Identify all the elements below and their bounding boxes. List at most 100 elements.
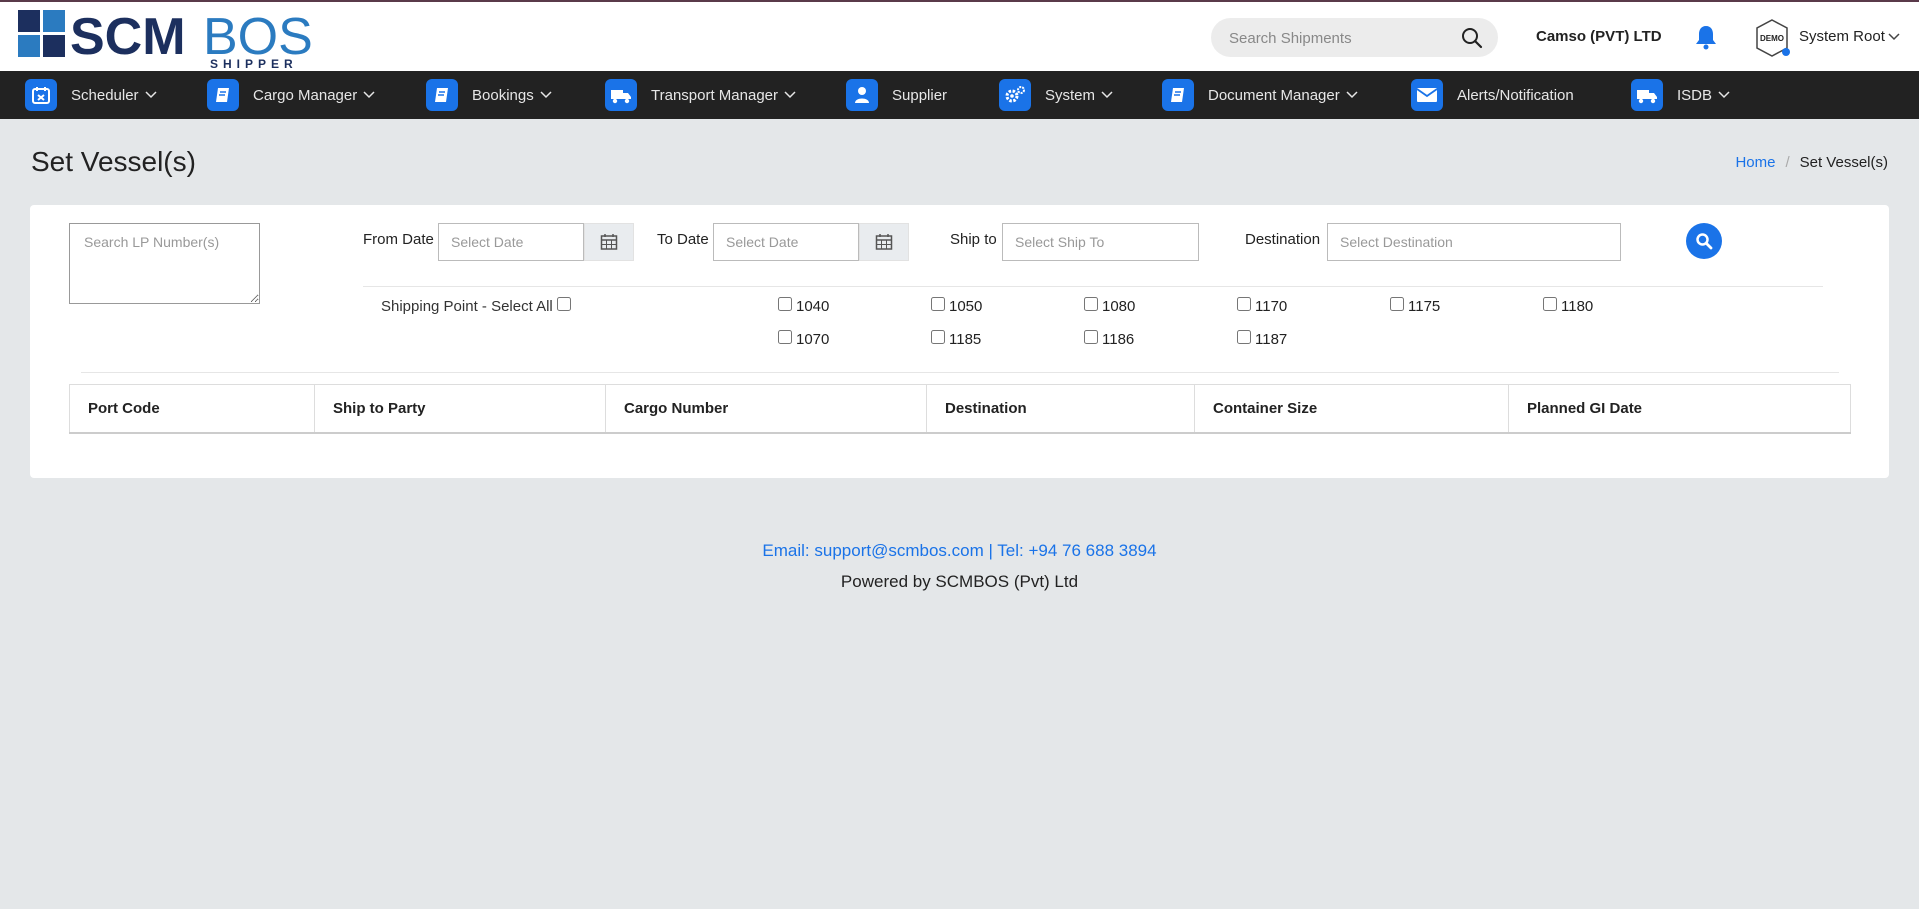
nav-isdb[interactable]: ISDB [1631,79,1730,111]
book-icon [207,79,239,111]
filter-card: From Date To Date Ship to Destination Sh… [30,205,1889,478]
checkbox[interactable] [1390,296,1404,311]
table-bottom-border [69,432,1851,434]
shipping-point-1186[interactable]: 1186 [1084,329,1134,348]
shipping-point-code: 1175 [1408,298,1441,315]
calendar-icon [600,234,618,250]
to-date-label: To Date [657,231,709,248]
shipping-point-1187[interactable]: 1187 [1237,329,1288,348]
breadcrumb-separator: / [1785,154,1790,171]
checkbox[interactable] [1237,296,1251,311]
nav-document-manager[interactable]: Document Manager [1162,79,1358,111]
nav-supplier[interactable]: Supplier [846,79,947,111]
nav-label: Bookings [472,86,534,104]
checkbox[interactable] [778,296,792,311]
shipping-point-1040[interactable]: 1040 [778,296,830,315]
search-icon [1696,233,1713,250]
column-header-cargo-number[interactable]: Cargo Number [606,385,927,432]
shipping-point-1180[interactable]: 1180 [1543,296,1594,315]
chevron-down-icon[interactable] [1888,33,1900,41]
checkbox[interactable] [1084,296,1098,311]
shipping-point-1185[interactable]: 1185 [931,329,982,348]
bell-icon[interactable] [1694,24,1718,50]
search-button[interactable] [1686,223,1722,259]
nav-label: ISDB [1677,86,1713,104]
chevron-down-icon [540,91,552,99]
select-all-checkbox[interactable] [556,296,571,311]
nav-system[interactable]: System [999,79,1113,111]
checkbox[interactable] [1543,296,1557,311]
nav-label: Scheduler [71,86,139,104]
destination-label: Destination [1245,231,1321,248]
divider [363,286,1823,287]
shipping-point-1070[interactable]: 1070 [778,329,830,348]
logo-subtext: SHIPPER [210,57,298,70]
column-header-container-size[interactable]: Container Size [1195,385,1509,432]
avatar[interactable]: DEMO [1754,18,1790,58]
shipping-point-1170[interactable]: 1170 [1237,296,1288,315]
shipment-search-input[interactable] [1229,27,1449,49]
top-header: SCM BOS SHIPPER Camso (PVT) LTD DEMO Sys… [0,0,1919,71]
column-header-planned-gi-date[interactable]: Planned GI Date [1509,385,1850,432]
chevron-down-icon [1718,91,1730,99]
shipping-point-code: 1180 [1561,298,1594,315]
search-icon[interactable] [1460,26,1484,50]
column-header-ship-to-party[interactable]: Ship to Party [315,385,606,432]
truck-icon [1631,79,1663,111]
avatar-text: DEMO [1760,34,1784,43]
nav-cargo-manager[interactable]: Cargo Manager [207,79,375,111]
checkbox[interactable] [778,329,792,344]
chevron-down-icon [363,91,375,99]
checkbox[interactable] [931,329,945,344]
nav-bookings[interactable]: Bookings [426,79,552,111]
chevron-down-icon [784,91,796,99]
calendar-icon [25,79,57,111]
column-header-destination[interactable]: Destination [927,385,1195,432]
shipping-point-code: 1185 [949,331,982,348]
lp-number-search[interactable] [69,223,260,304]
shipping-point-code: 1187 [1255,331,1288,348]
shipping-point-code: 1050 [949,298,983,315]
from-date-input[interactable] [438,223,584,261]
from-date-picker-button[interactable] [584,223,634,261]
nav-scheduler[interactable]: Scheduler [25,79,157,111]
shipping-point-code: 1040 [796,298,830,315]
to-date-picker-button[interactable] [859,223,909,261]
user-icon [846,79,878,111]
chevron-down-icon [1101,91,1113,99]
main-nav: Scheduler Cargo Manager Bookings Transpo… [0,71,1919,119]
gears-icon [999,79,1031,111]
shipping-point-1175[interactable]: 1175 [1390,296,1441,315]
shipping-point-label: Shipping Point - Select All [381,298,553,315]
column-header-port-code[interactable]: Port Code [70,385,315,432]
shipping-point-1080[interactable]: 1080 [1084,296,1135,315]
checkbox[interactable] [1084,329,1098,344]
ship-to-label: Ship to [950,231,997,248]
divider [81,372,1839,373]
company-name: Camso (PVT) LTD [1536,28,1662,45]
checkbox[interactable] [1237,329,1251,344]
chevron-down-icon [145,91,157,99]
ship-to-select[interactable] [1002,223,1199,261]
footer-contact[interactable]: Email: support@scmbos.com | Tel: +94 76 … [0,541,1919,561]
breadcrumb-home-link[interactable]: Home [1735,154,1775,171]
to-date-input[interactable] [713,223,859,261]
page-title: Set Vessel(s) [31,146,196,177]
nav-label: Transport Manager [651,86,779,104]
shipping-point-1050[interactable]: 1050 [931,296,983,315]
nav-transport-manager[interactable]: Transport Manager [605,79,796,111]
user-name[interactable]: System Root [1799,28,1885,45]
shipment-search [1211,18,1498,57]
vessel-table-header: Port Code Ship to Party Cargo Number Des… [69,384,1851,433]
destination-select[interactable] [1327,223,1621,261]
shipping-point-code: 1070 [796,331,830,348]
calendar-icon [875,234,893,250]
chevron-down-icon [1346,91,1358,99]
shipping-point-code: 1170 [1255,298,1288,315]
checkbox[interactable] [931,296,945,311]
nav-alerts-notification[interactable]: Alerts/Notification [1411,79,1574,111]
scmbos-logo[interactable]: SCM BOS SHIPPER [18,10,338,70]
book-icon [1162,79,1194,111]
truck-icon [605,79,637,111]
nav-label: Alerts/Notification [1457,86,1574,104]
